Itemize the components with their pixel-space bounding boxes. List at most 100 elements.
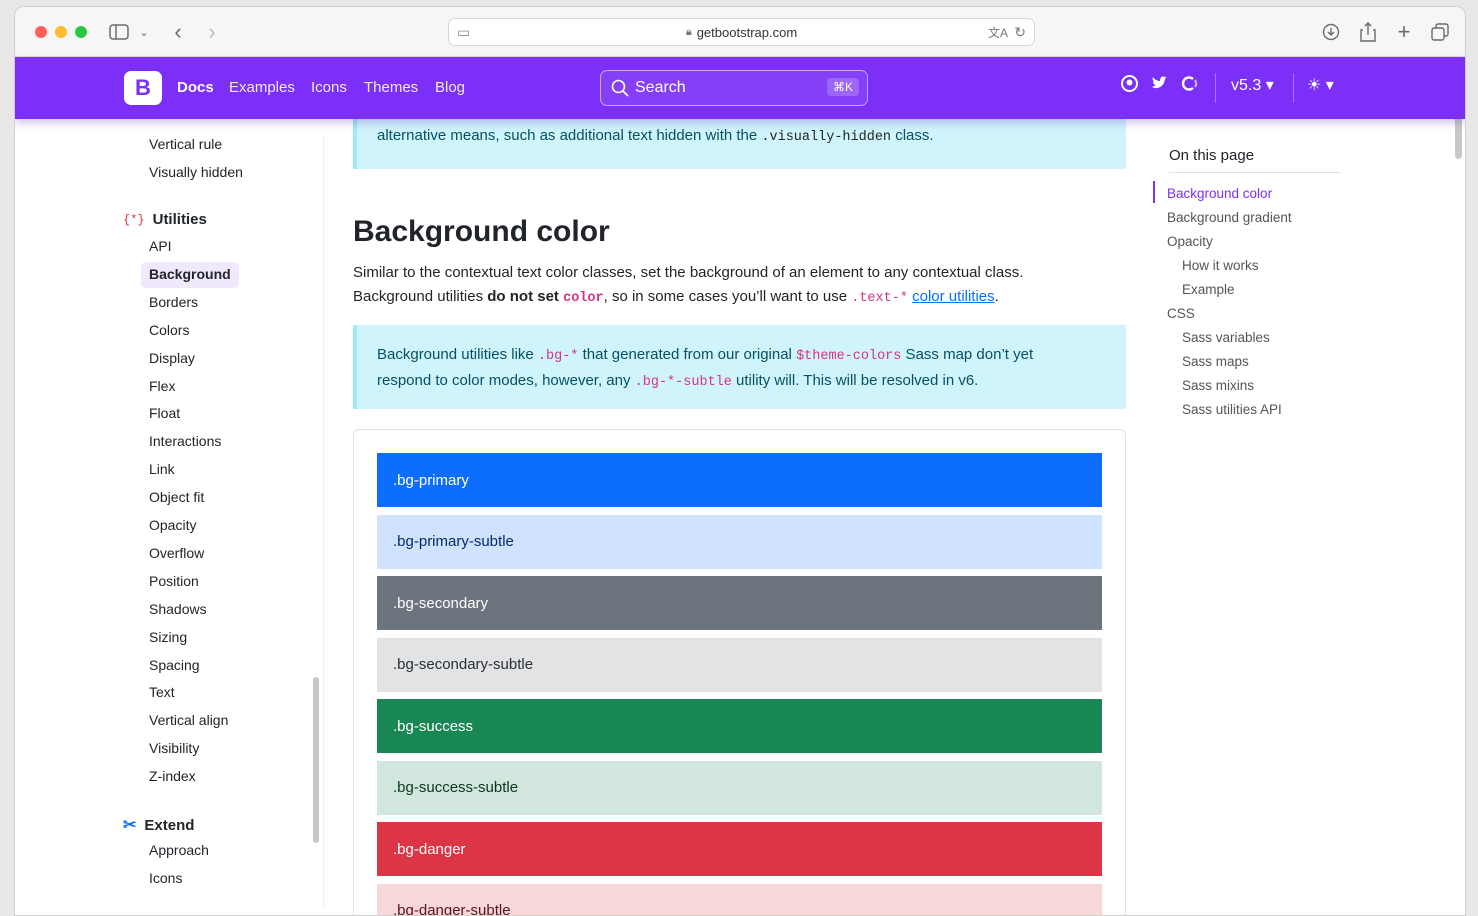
sidebar-item[interactable]: Float: [141, 401, 188, 427]
callout-text: Background utilities like: [377, 346, 538, 363]
color-swatch: .bg-primary-subtle: [377, 515, 1102, 569]
sidebar-item[interactable]: Shadows: [141, 597, 215, 623]
utilities-heading[interactable]: {*} Utilities: [123, 211, 207, 228]
sidebar-item[interactable]: Text: [141, 680, 183, 706]
callout-code: $theme-colors: [796, 349, 901, 364]
callout-text: Sass map don’t yet: [901, 346, 1033, 363]
callout-text: that generated from our original: [578, 346, 796, 363]
navbar-divider: [1215, 73, 1216, 103]
share-icon[interactable]: [1357, 19, 1379, 45]
sidebar-item[interactable]: Borders: [141, 290, 206, 316]
page-settings-icon[interactable]: ▭: [457, 24, 470, 41]
nav-link-icons[interactable]: Icons: [311, 79, 347, 96]
color-swatch: .bg-secondary: [377, 576, 1102, 630]
toc-link[interactable]: Background color: [1167, 186, 1272, 201]
sidebar-item[interactable]: Vertical rule: [141, 132, 230, 158]
toc-link[interactable]: Sass maps: [1182, 354, 1249, 369]
intro-text: Background utilities: [353, 288, 487, 305]
sidebar-border: [323, 137, 324, 907]
sidebar-item[interactable]: Approach: [141, 838, 217, 864]
browser-toolbar: ⌄ ‹ › ▭ 🔒︎ getbootstrap.com 文A ↻ +: [15, 7, 1465, 57]
sidebar-item[interactable]: Z-index: [141, 764, 204, 790]
callout-code: .bg-*-subtle: [635, 375, 732, 390]
toc-link[interactable]: How it works: [1182, 258, 1259, 273]
sidebar-item[interactable]: Display: [141, 346, 203, 372]
sidebar-toggle-icon[interactable]: [107, 19, 131, 45]
close-window-button[interactable]: [35, 26, 47, 38]
utilities-icon: {*}: [123, 213, 145, 227]
intro-text: , so in some cases you’ll want to use: [604, 288, 852, 305]
toc-link[interactable]: Opacity: [1167, 234, 1213, 249]
back-arrow-icon[interactable]: ‹: [167, 19, 189, 45]
browser-window: ⌄ ‹ › ▭ 🔒︎ getbootstrap.com 文A ↻ + B Doc…: [14, 6, 1466, 916]
intro-text: .: [995, 288, 999, 305]
color-swatch: .bg-danger: [377, 822, 1102, 876]
toc-link[interactable]: Sass variables: [1182, 330, 1270, 345]
sidebar-item[interactable]: Flex: [141, 374, 183, 400]
toc-active-indicator: [1153, 181, 1155, 203]
callout-text: respond to color modes, however, any: [377, 372, 635, 389]
opencollective-icon[interactable]: [1181, 75, 1198, 97]
sidebar-item[interactable]: Background: [141, 262, 239, 288]
search-shortcut: ⌘K: [827, 78, 859, 96]
sidebar-item[interactable]: Sizing: [141, 625, 195, 651]
chevron-down-icon[interactable]: ⌄: [137, 19, 151, 45]
sidebar-item[interactable]: Opacity: [141, 513, 204, 539]
version-dropdown[interactable]: v5.3 ▾: [1231, 75, 1274, 95]
callout-code: .visually-hidden: [761, 130, 891, 145]
sidebar-item[interactable]: Link: [141, 457, 183, 483]
toc-title: On this page: [1169, 147, 1341, 173]
sidebar-item[interactable]: Visibility: [141, 736, 207, 762]
sidebar-item[interactable]: Visually hidden: [141, 160, 251, 186]
nav-link-blog[interactable]: Blog: [435, 79, 465, 96]
sidebar-item[interactable]: Position: [141, 569, 207, 595]
sidebar-item[interactable]: API: [141, 234, 180, 260]
sidebar-item[interactable]: Object fit: [141, 485, 212, 511]
downloads-icon[interactable]: [1320, 19, 1342, 45]
sidebar-item[interactable]: Vertical align: [141, 708, 236, 734]
new-tab-icon[interactable]: +: [1393, 19, 1415, 45]
url-text: getbootstrap.com: [697, 25, 797, 40]
sidebar-item[interactable]: Icons: [141, 866, 190, 892]
toc-link[interactable]: Example: [1182, 282, 1235, 297]
extend-heading-label: Extend: [144, 817, 194, 834]
tools-icon: ✂︎: [123, 815, 136, 835]
minimize-window-button[interactable]: [55, 26, 67, 38]
nav-link-docs[interactable]: Docs: [177, 79, 214, 96]
nav-link-themes[interactable]: Themes: [364, 79, 418, 96]
nav-link-examples[interactable]: Examples: [229, 79, 295, 96]
intro-paragraph: Similar to the contextual text color cla…: [353, 261, 1073, 311]
background-example-box: .bg-primary .bg-primary-subtle .bg-seconda…: [353, 429, 1126, 916]
extend-heading[interactable]: ✂︎ Extend: [123, 815, 194, 835]
tab-overview-icon[interactable]: [1429, 19, 1451, 45]
toc-link[interactable]: Sass mixins: [1182, 378, 1254, 393]
docs-sidebar: Vertical ruleVisually hidden {*} Utiliti…: [15, 119, 325, 916]
github-icon[interactable]: [1121, 75, 1138, 97]
color-swatch: .bg-secondary-subtle: [377, 638, 1102, 692]
sidebar-item[interactable]: Interactions: [141, 429, 229, 455]
inline-code: .text-*: [851, 291, 908, 306]
forward-arrow-icon[interactable]: ›: [201, 19, 223, 45]
theme-toggle[interactable]: ☀ ▾: [1307, 75, 1334, 95]
address-bar[interactable]: ▭ 🔒︎ getbootstrap.com 文A ↻: [448, 18, 1035, 46]
reload-icon[interactable]: ↻: [1014, 24, 1026, 41]
search-button[interactable]: Search ⌘K: [600, 70, 868, 106]
sidebar-item[interactable]: Spacing: [141, 653, 208, 679]
sidebar-scrollbar[interactable]: [313, 677, 319, 843]
callout-text: utility will. This will be resolved in v…: [732, 372, 978, 389]
color-swatch: .bg-success-subtle: [377, 761, 1102, 815]
twitter-icon[interactable]: [1151, 75, 1168, 95]
toc-link[interactable]: Background gradient: [1167, 210, 1292, 225]
color-utilities-link[interactable]: color utilities: [912, 288, 995, 305]
sidebar-item[interactable]: Overflow: [141, 541, 212, 567]
sidebar-item[interactable]: Colors: [141, 318, 197, 344]
callout-color-modes: Background utilities like .bg-* that gen…: [353, 325, 1126, 409]
navbar-divider: [1293, 73, 1294, 103]
color-swatch: .bg-primary: [377, 453, 1102, 507]
bootstrap-logo[interactable]: B: [124, 71, 162, 105]
intro-bold-text: do not set: [487, 288, 559, 305]
toc-link[interactable]: Sass utilities API: [1182, 402, 1282, 417]
translate-icon[interactable]: 文A: [988, 24, 1008, 41]
toc-link[interactable]: CSS: [1167, 306, 1195, 321]
zoom-window-button[interactable]: [75, 26, 87, 38]
